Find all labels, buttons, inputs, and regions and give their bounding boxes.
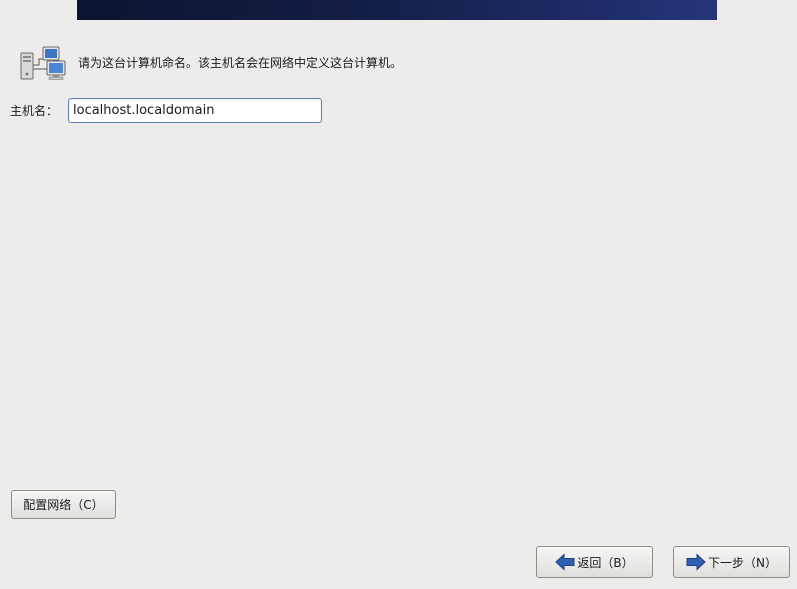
hostname-intro: 请为这台计算机命名。该主机名会在网络中定义这台计算机。 xyxy=(17,45,402,81)
arrow-right-icon xyxy=(686,553,706,571)
configure-network-button[interactable]: 配置网络（C） xyxy=(11,490,116,519)
hostname-label: 主机名： xyxy=(10,104,59,118)
arrow-left-icon xyxy=(555,553,575,571)
next-label: 下一步（N） xyxy=(708,555,777,570)
back-label: 返回（B） xyxy=(577,555,634,570)
configure-network-label: 配置网络（C） xyxy=(23,498,104,512)
installer-page: 请为这台计算机命名。该主机名会在网络中定义这台计算机。 主机名： 配置网络（C）… xyxy=(0,0,797,589)
header-banner xyxy=(77,0,717,20)
hostname-input[interactable] xyxy=(68,98,322,123)
hostname-row: 主机名： xyxy=(10,98,322,123)
back-button[interactable]: 返回（B） xyxy=(536,546,653,578)
next-button[interactable]: 下一步（N） xyxy=(673,546,790,578)
network-computers-icon xyxy=(17,45,69,81)
hostname-instructions: 请为这台计算机命名。该主机名会在网络中定义这台计算机。 xyxy=(78,56,403,70)
